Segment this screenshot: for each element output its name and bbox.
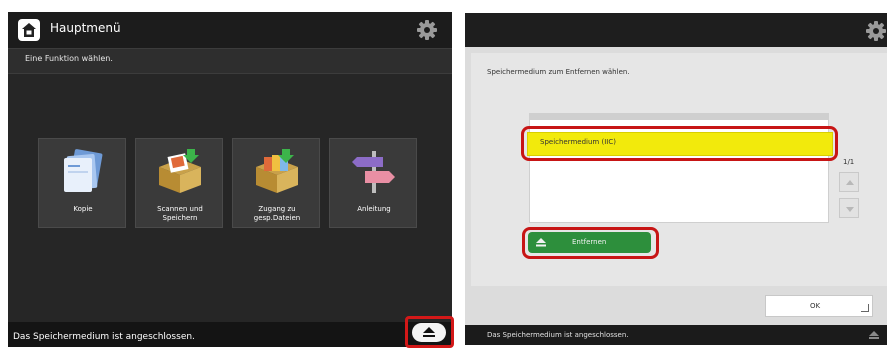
eject-button[interactable] <box>412 323 446 342</box>
ok-button[interactable]: OK <box>765 295 873 317</box>
tile-label: Scannen und <box>157 205 203 213</box>
scroll-up-button[interactable] <box>839 172 859 192</box>
stored-files-box-icon <box>256 149 298 193</box>
eject-icon[interactable] <box>869 331 879 339</box>
remove-media-panel: Speichermedium zum Entfernen wählen. Spe… <box>465 13 887 345</box>
remove-button[interactable]: Entfernen <box>528 232 651 253</box>
tile-stored-files[interactable]: Zugang zu gesp.Dateien <box>232 138 320 228</box>
tile-label-2: Speichern <box>162 214 198 222</box>
gear-icon[interactable] <box>865 20 887 46</box>
corner-return-icon <box>861 304 869 312</box>
tile-copy[interactable]: Kopie <box>38 138 126 228</box>
page-indicator: 1/1 <box>843 158 855 166</box>
list-item-highlight <box>521 126 838 161</box>
signpost-icon <box>352 151 395 193</box>
tile-label: Anleitung <box>357 205 391 213</box>
home-icon[interactable] <box>18 19 40 41</box>
scroll-down-button[interactable] <box>839 198 859 218</box>
subtitle: Eine Funktion wählen. <box>25 54 113 63</box>
instruction-text: Speichermedium zum Entfernen wählen. <box>487 68 630 76</box>
chevron-up-icon <box>846 180 854 185</box>
eject-icon <box>536 238 546 247</box>
scan-store-box-icon <box>159 149 201 193</box>
eject-icon <box>423 327 435 337</box>
gear-icon[interactable] <box>416 19 438 45</box>
tile-label: Kopie <box>73 205 93 213</box>
status-text: Das Speichermedium ist angeschlossen. <box>487 331 629 339</box>
copy-icon <box>64 149 103 192</box>
tile-scan-store[interactable]: Scannen und Speichern <box>135 138 223 228</box>
remove-button-label: Entfernen <box>572 238 607 246</box>
tile-label-2: gesp.Dateien <box>253 214 301 222</box>
page-title: Hauptmenü <box>50 21 121 35</box>
main-menu-panel: Hauptmenü Eine Funktion wählen. Kopie Sc… <box>8 12 454 348</box>
ok-button-label: OK <box>810 302 821 310</box>
tile-guide[interactable]: Anleitung <box>329 138 417 228</box>
top-bar <box>465 13 887 47</box>
status-text: Das Speichermedium ist angeschlossen. <box>13 332 195 342</box>
tile-label: Zugang zu <box>258 205 296 213</box>
chevron-down-icon <box>846 207 854 212</box>
